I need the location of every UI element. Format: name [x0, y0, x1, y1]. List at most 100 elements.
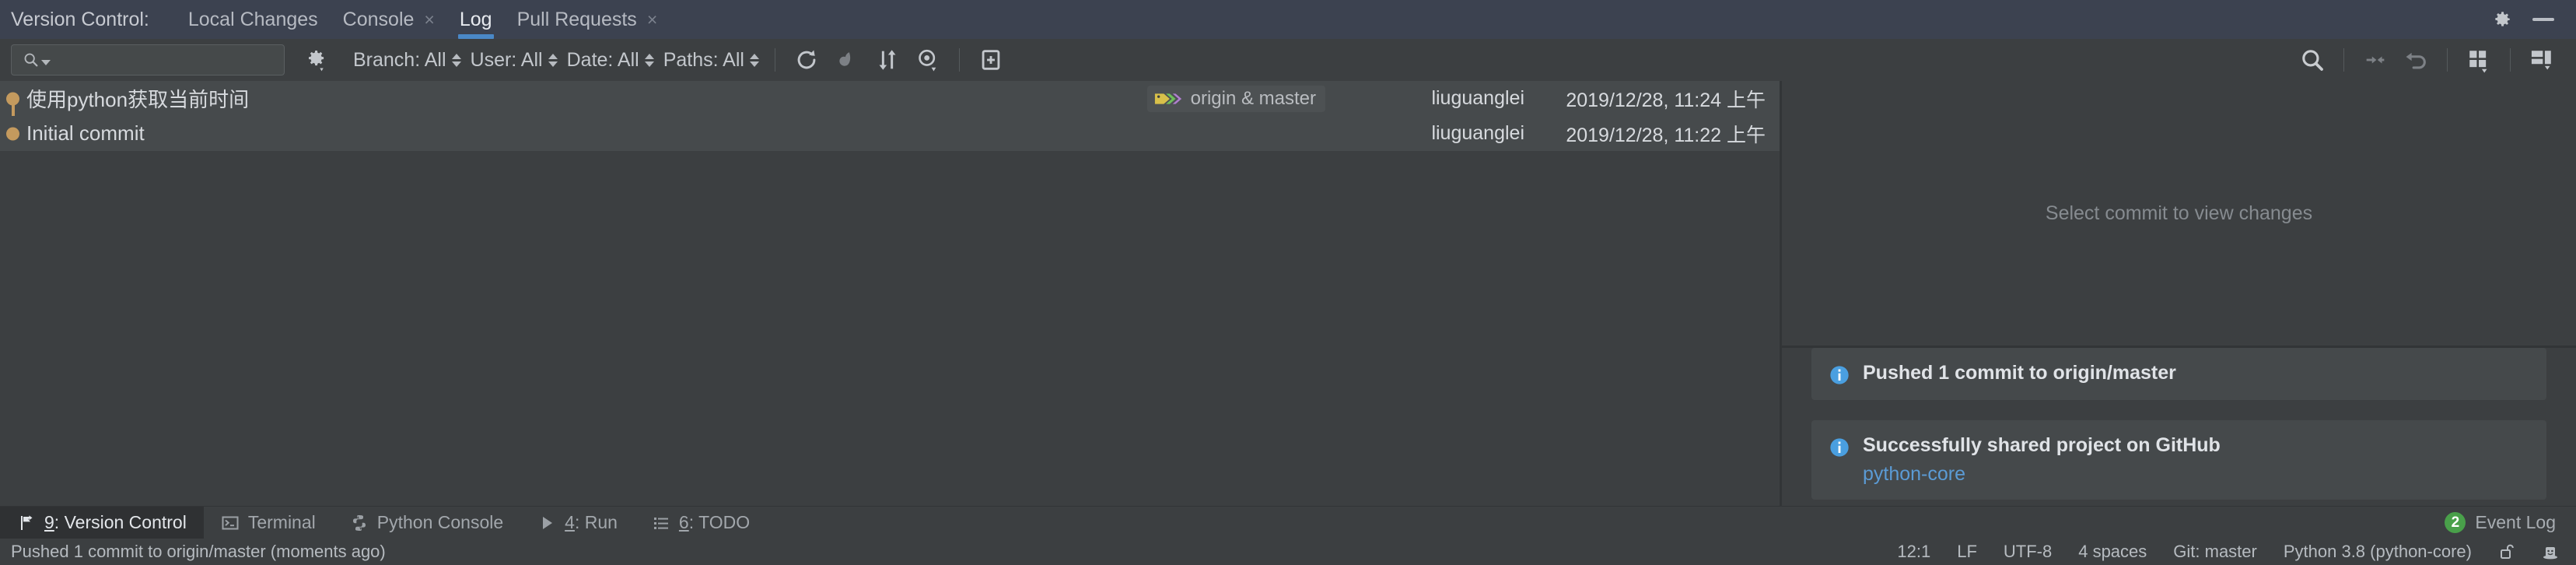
revert-icon[interactable]	[2403, 47, 2429, 73]
toolwindow-label: Terminal	[247, 512, 316, 532]
tab-local-changes-label: Local Changes	[187, 8, 318, 30]
chevron-updown-icon	[644, 53, 654, 67]
branch-tag-icon	[1154, 93, 1181, 104]
tab-local-changes[interactable]: Local Changes	[176, 0, 331, 39]
new-branch-icon[interactable]	[978, 47, 1004, 73]
toolwindow-button-version-control[interactable]: 9: Version Control	[0, 506, 204, 539]
gear-icon[interactable]	[305, 47, 328, 72]
tab-console-label: Console	[342, 8, 415, 30]
toolwindow-button-python-console[interactable]: Python Console	[333, 507, 520, 539]
filter-user[interactable]: User: All	[466, 49, 562, 72]
tab-log-label: Log	[459, 8, 492, 30]
branch-ref-chip[interactable]: origin & master	[1146, 85, 1325, 112]
file-encoding[interactable]: UTF-8	[2004, 542, 2052, 562]
filter-branch-label: Branch: All	[353, 48, 446, 71]
commit-graph-node	[0, 116, 26, 151]
close-icon[interactable]: ×	[424, 10, 434, 29]
version-control-tabbar: Version Control: Local Changes Console ×…	[0, 0, 2576, 39]
info-icon	[1830, 366, 1849, 384]
todo-icon	[653, 517, 668, 529]
log-toolbar: Branch: All User: All Date: All Paths: A…	[0, 39, 2576, 81]
commit-list[interactable]: 使用python获取当前时间 origin & master liuguangl…	[0, 81, 1780, 506]
chevron-updown-icon	[749, 53, 759, 67]
notification-body: Successfully shared project on GitHub py…	[1863, 434, 2221, 486]
eye-icon[interactable]	[915, 47, 941, 73]
search-field[interactable]	[11, 44, 287, 75]
table-row[interactable]: Initial commit liuguanglei 2019/12/28, 1…	[0, 116, 1780, 151]
filter-date[interactable]: Date: All	[562, 49, 659, 72]
search-input[interactable]	[51, 49, 287, 71]
log-filters: Branch: All User: All Date: All Paths: A…	[348, 49, 764, 72]
commit-author: liuguanglei	[1431, 122, 1524, 144]
minimize-icon[interactable]	[2532, 18, 2554, 21]
toolwindow-mnemonic: 9: Version Control	[44, 512, 187, 532]
unlocked-padlock-icon[interactable]	[2498, 542, 2515, 561]
notification-card[interactable]: Successfully shared project on GitHub py…	[1811, 420, 2546, 500]
commit-meta: liuguanglei 2019/12/28, 11:22 上午	[1338, 120, 1780, 148]
tool-window-bar: 9: Version Control Terminal Python Conso…	[0, 506, 2576, 539]
commit-subject: 使用python获取当前时间	[26, 88, 250, 111]
gear-icon[interactable]	[2492, 9, 2512, 30]
commit-subject: Initial commit	[26, 121, 145, 145]
line-separator[interactable]: LF	[1957, 542, 1977, 562]
notification-title: Successfully shared project on GitHub	[1863, 434, 2221, 456]
chevron-updown-icon	[548, 53, 558, 67]
git-branch-widget[interactable]: Git: master	[2173, 542, 2257, 562]
tab-log[interactable]: Log	[447, 0, 505, 39]
toolwindow-label: Python Console	[376, 512, 504, 532]
search-icon	[24, 53, 38, 67]
commit-date: 2019/12/28, 11:22 上午	[1566, 124, 1766, 146]
window-controls	[2492, 0, 2576, 39]
toolwindow-button-todo[interactable]: 6: TODO	[635, 507, 767, 539]
notification-title: Pushed 1 commit to origin/master	[1863, 362, 2176, 384]
split-layout-icon[interactable]	[2529, 47, 2555, 73]
chevron-updown-icon	[451, 53, 461, 67]
caret-position[interactable]: 12:1	[1897, 542, 1930, 562]
chevron-down-icon[interactable]	[41, 59, 51, 65]
notification-card[interactable]: Pushed 1 commit to origin/master	[1811, 348, 2546, 400]
grid-layout-icon[interactable]	[2466, 47, 2492, 73]
commit-meta: origin & master liuguanglei 2019/12/28, …	[1146, 85, 1780, 113]
sort-icon[interactable]	[874, 47, 901, 73]
search-icon[interactable]	[2299, 47, 2326, 73]
python-interpreter-widget[interactable]: Python 3.8 (python-core)	[2284, 542, 2472, 562]
filter-user-label: User: All	[470, 48, 543, 71]
indent-setting[interactable]: 4 spaces	[2078, 542, 2147, 562]
status-message: Pushed 1 commit to origin/master (moment…	[11, 542, 386, 561]
details-placeholder: Select commit to view changes	[2045, 202, 2313, 224]
toolwindow-button-terminal[interactable]: Terminal	[204, 507, 333, 539]
collapse-to-left-icon[interactable]	[2362, 47, 2389, 73]
version-control-icon	[21, 514, 33, 530]
pycharm-version-control-window: Version Control: Local Changes Console ×…	[0, 0, 2576, 565]
branch-ref-label: origin & master	[1190, 87, 1316, 109]
toolbar-separator	[958, 48, 960, 72]
filter-paths-label: Paths: All	[663, 48, 744, 71]
toolwindow-button-run[interactable]: 4: Run	[520, 507, 635, 539]
status-bar: Pushed 1 commit to origin/master (moment…	[0, 539, 2576, 565]
notification-link[interactable]: python-core	[1863, 463, 2221, 486]
filter-branch[interactable]: Branch: All	[348, 49, 466, 72]
tab-pull-requests-label: Pull Requests	[516, 8, 637, 30]
cherry-pick-icon[interactable]	[834, 47, 860, 73]
notifications-panel: Pushed 1 commit to origin/master Success…	[1782, 348, 2576, 506]
commit-graph-node	[0, 81, 26, 132]
version-control-label: Version Control:	[11, 8, 149, 30]
run-icon	[543, 516, 553, 529]
refresh-icon[interactable]	[793, 47, 820, 73]
toolwindow-mnemonic: 4: Run	[565, 512, 618, 532]
toolbar-separator	[2510, 48, 2511, 72]
commit-date: 2019/12/28, 11:24 上午	[1566, 89, 1766, 111]
table-row[interactable]: 使用python获取当前时间 origin & master liuguangl…	[0, 81, 1780, 132]
notification-body: Pushed 1 commit to origin/master	[1863, 362, 2176, 384]
inspector-hat-icon[interactable]	[2542, 542, 2559, 561]
tab-pull-requests[interactable]: Pull Requests ×	[505, 0, 670, 39]
filter-paths[interactable]: Paths: All	[659, 49, 764, 72]
tab-console[interactable]: Console ×	[331, 0, 447, 39]
terminal-icon	[222, 516, 239, 529]
close-icon[interactable]: ×	[647, 10, 657, 29]
toolwindow-mnemonic: 6: TODO	[678, 512, 751, 532]
event-log-button[interactable]: 2 Event Log	[2445, 512, 2576, 533]
status-bar-widgets: 12:1 LF UTF-8 4 spaces Git: master Pytho…	[1897, 542, 2576, 562]
python-icon	[352, 514, 366, 531]
filter-date-label: Date: All	[566, 48, 639, 71]
